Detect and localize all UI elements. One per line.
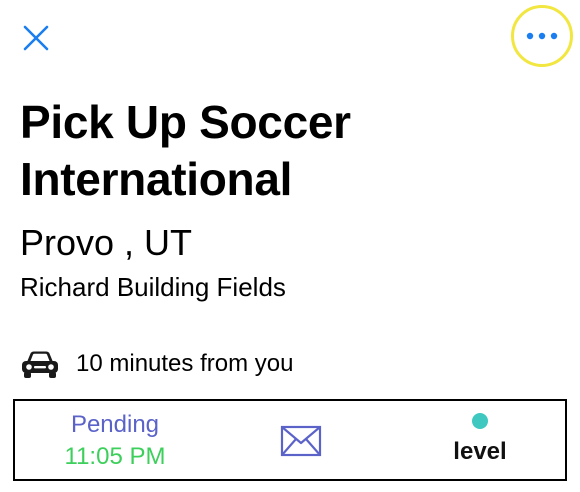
event-city: Provo , UT xyxy=(20,222,193,263)
status-label: Pending xyxy=(70,411,160,438)
close-icon xyxy=(23,25,49,51)
event-venue: Richard Building Fields xyxy=(20,272,286,302)
car-icon xyxy=(22,351,58,378)
more-options-icon xyxy=(526,32,558,40)
close-button[interactable] xyxy=(18,20,54,56)
bottom-action-bar: Pending 11:05 PM level xyxy=(13,399,567,481)
event-title: Pick Up Soccer International xyxy=(20,96,351,205)
level-indicator-dot xyxy=(472,413,488,429)
more-options-button[interactable] xyxy=(511,5,573,67)
level-label: level xyxy=(453,438,507,465)
distance-row: 10 minutes from you xyxy=(20,346,293,382)
mail-icon xyxy=(280,425,322,457)
distance-text: 10 minutes from you xyxy=(76,350,294,377)
level-block: level xyxy=(435,411,525,467)
message-button[interactable] xyxy=(280,425,322,457)
status-time: 11:05 PM xyxy=(64,443,166,470)
status-block: Pending 11:05 PM xyxy=(35,409,195,473)
